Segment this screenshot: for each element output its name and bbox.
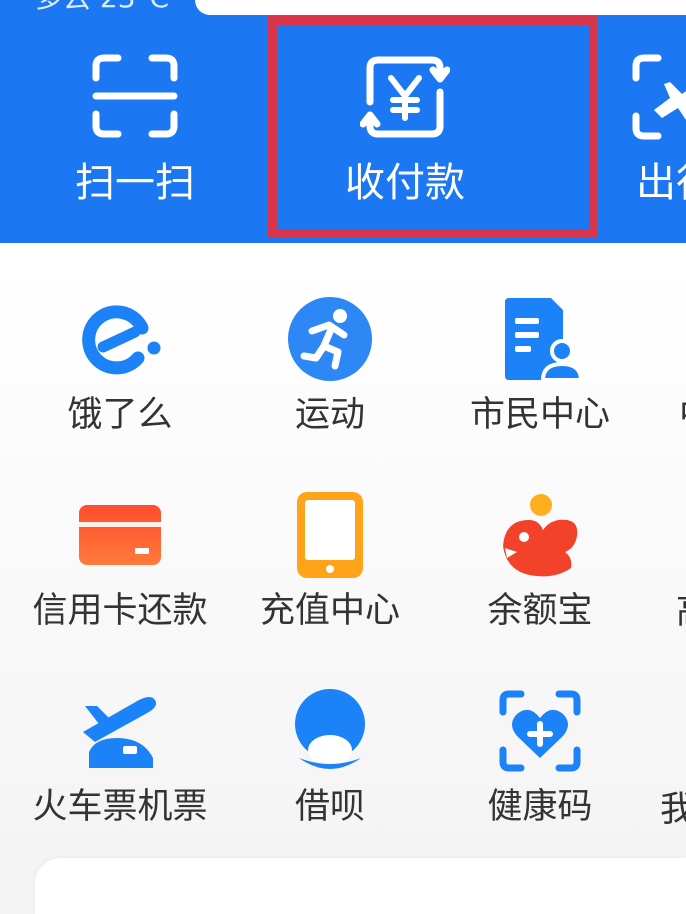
app-item-label: 信用卡还款 xyxy=(32,591,208,631)
yuebao-icon xyxy=(503,494,578,577)
train-plane-ticket-icon xyxy=(83,697,157,768)
alipay-home-screen: 多云 23°C 扫一扫 收付款 xyxy=(0,0,686,914)
bottom-card xyxy=(35,858,686,914)
credit-card-icon xyxy=(79,505,161,565)
app-item-partial[interactable]: 我 xyxy=(660,791,686,829)
scan-icon xyxy=(92,54,178,138)
jiebei-icon xyxy=(295,689,365,769)
quick-action-label: 扫一扫 xyxy=(75,160,195,206)
header-bar: 多云 23°C 扫一扫 收付款 xyxy=(0,0,686,243)
app-item-partial[interactable]: 高 xyxy=(676,593,686,631)
app-item-train-plane-tickets[interactable]: 火车票机票 xyxy=(15,688,225,828)
app-item-eleme[interactable]: 饿了么 xyxy=(15,296,225,436)
highlight-box xyxy=(268,16,598,238)
app-item-label: 运动 xyxy=(294,395,365,435)
app-item-health-code[interactable]: 健康码 xyxy=(435,688,645,828)
mobile-topup-icon xyxy=(297,492,363,578)
app-item-label: 市民中心 xyxy=(469,395,610,435)
app-item-jiebei[interactable]: 借呗 xyxy=(225,688,435,828)
app-item-sports[interactable]: 运动 xyxy=(225,296,435,436)
app-item-label: 健康码 xyxy=(487,787,593,827)
app-item-topup-center[interactable]: 充值中心 xyxy=(225,492,435,632)
citizen-center-icon xyxy=(505,298,583,382)
app-item-label: 火车票机票 xyxy=(32,787,208,827)
running-icon xyxy=(288,297,372,381)
quick-action-scan[interactable]: 扫一扫 xyxy=(0,0,270,243)
quick-action-label: 出行 xyxy=(636,160,686,206)
travel-icon xyxy=(632,54,686,140)
app-item-partial[interactable]: 中 xyxy=(679,396,686,434)
app-item-citizen-center[interactable]: 市民中心 xyxy=(435,296,645,436)
app-item-label: 余额宝 xyxy=(487,591,593,631)
app-item-label: 饿了么 xyxy=(67,395,173,435)
app-item-credit-card-repay[interactable]: 信用卡还款 xyxy=(15,492,225,632)
app-item-label: 充值中心 xyxy=(259,591,400,631)
app-item-label: 借呗 xyxy=(294,787,365,827)
app-item-yuebao[interactable]: 余额宝 xyxy=(435,492,645,632)
health-code-icon xyxy=(499,690,581,772)
eleme-icon xyxy=(82,305,161,375)
